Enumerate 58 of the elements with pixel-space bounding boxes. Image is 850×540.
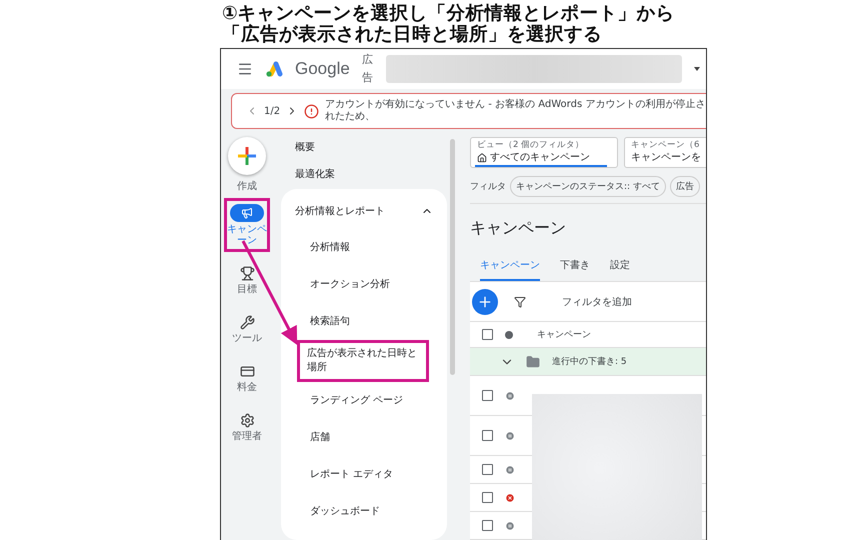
add-filter-link[interactable]: フィルタを追加 xyxy=(562,294,632,308)
trophy-icon xyxy=(240,266,254,280)
rail-item[interactable]: ツール xyxy=(224,307,270,350)
checkbox[interactable] xyxy=(482,430,493,441)
logo-text: Google xyxy=(295,59,350,79)
nav-item[interactable]: 最適化案 xyxy=(281,160,448,187)
pager-text: 1/2 xyxy=(264,106,280,116)
add-button[interactable] xyxy=(472,288,498,314)
page-title: キャンペーン xyxy=(470,218,567,239)
nav-group-header[interactable]: 分析情報とレポート xyxy=(281,193,447,229)
nav-subitem[interactable]: 検索語句 xyxy=(297,303,429,340)
rail-item[interactable]: 料金 xyxy=(224,356,270,399)
nav-group-label: 分析情報とレポート xyxy=(295,204,385,218)
nav-subitem[interactable]: オークション分析 xyxy=(297,266,429,303)
caret-icon[interactable] xyxy=(694,67,700,71)
tab[interactable]: 下書き xyxy=(560,254,590,281)
campaign-picker[interactable]: キャンペーン（6 キャンペーンを xyxy=(624,137,706,168)
home-icon xyxy=(477,153,487,163)
tab[interactable]: 設定 xyxy=(610,254,630,281)
logo-icon xyxy=(265,61,283,77)
product-name: 広告 xyxy=(362,52,374,86)
create-label: 作成 xyxy=(237,181,257,192)
checkbox[interactable] xyxy=(482,390,493,401)
folder-icon xyxy=(526,354,540,368)
nav-subitem[interactable]: 分析情報 xyxy=(297,229,429,266)
megaphone-icon xyxy=(241,207,253,219)
alert-message: アカウントが有効になっていません - お客様の AdWords アカウントの利用が停止されたため、 xyxy=(325,99,706,123)
menu-icon[interactable] xyxy=(237,61,253,77)
plus-icon xyxy=(477,294,493,310)
view-picker[interactable]: ビュー（2 個のフィルタ） すべてのキャンペーン xyxy=(470,137,618,168)
group-label: 進行中の下書き: 5 xyxy=(552,356,627,368)
status-dot xyxy=(505,330,513,338)
nav-item[interactable]: 概要 xyxy=(281,133,448,160)
nav-subitem[interactable]: ランディング ページ xyxy=(297,382,429,419)
settings-icon xyxy=(240,412,254,428)
create-button[interactable] xyxy=(228,137,266,175)
filter-label: フィルタ xyxy=(470,180,506,193)
nav-subitem[interactable]: 広告が表示された日時と場所 xyxy=(297,340,429,382)
rail-item[interactable]: キャンペーン xyxy=(224,198,270,252)
plus-icon xyxy=(238,147,256,165)
filter-icon[interactable] xyxy=(514,296,526,308)
nav-subitem[interactable]: 店舗 xyxy=(297,419,429,456)
card-icon xyxy=(240,364,254,378)
heading-line: ①キャンペーンを選択し「分析情報とレポート」から xyxy=(222,3,676,24)
nav-subitem[interactable]: ダッシュボード xyxy=(297,493,429,530)
checkbox[interactable] xyxy=(482,520,493,531)
heading-line: 「広告が表示された日時と場所」を選択する xyxy=(222,24,603,45)
column-header: キャンペーン xyxy=(537,329,591,341)
nav-subitem[interactable]: レポート エディタ xyxy=(297,456,429,493)
checkbox[interactable] xyxy=(482,329,493,340)
checkbox[interactable] xyxy=(482,464,493,475)
filter-chip[interactable]: 広告 xyxy=(670,176,700,197)
checkbox[interactable] xyxy=(482,492,493,503)
wrench-icon xyxy=(240,314,254,330)
filter-chip[interactable]: キャンペーンのステータス:: すべて xyxy=(510,176,666,197)
rail-item[interactable]: 管理者 xyxy=(224,405,270,448)
alert-icon xyxy=(304,104,320,118)
rail-item[interactable]: 目標 xyxy=(224,258,270,301)
